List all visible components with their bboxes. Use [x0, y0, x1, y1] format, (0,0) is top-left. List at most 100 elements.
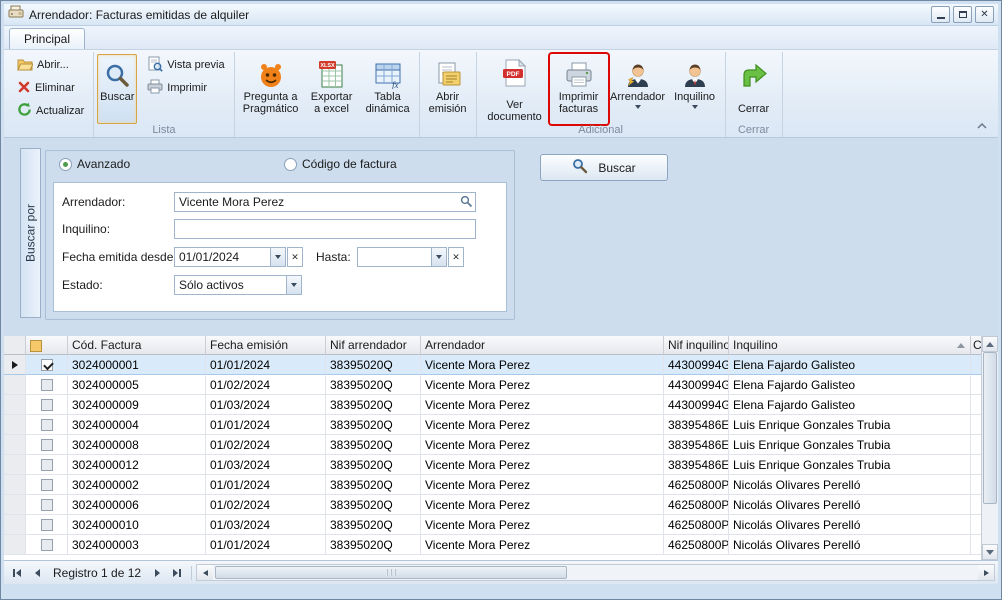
hasta-combo[interactable]: [357, 247, 447, 267]
row-checkbox-cell[interactable]: [26, 535, 68, 555]
row-checkbox[interactable]: [41, 419, 53, 431]
ribbon-group-adicional: PDF Ver documento Imprimir facturas: [477, 52, 726, 137]
row-checkbox-cell[interactable]: [26, 515, 68, 535]
column-header-fecha-emision[interactable]: Fecha emisión: [206, 336, 326, 355]
hscroll-left-button[interactable]: [197, 565, 213, 580]
actualizar-button[interactable]: Actualizar: [11, 100, 90, 122]
table-row[interactable]: 3024000012 01/03/2024 38395020Q Vicente …: [4, 455, 981, 475]
vertical-scrollbar-thumb[interactable]: [983, 352, 997, 504]
select-all-header[interactable]: [26, 336, 68, 355]
minimize-button[interactable]: [931, 6, 950, 23]
inquilino-input[interactable]: [174, 219, 476, 239]
tabla-dinamica-button[interactable]: fx Tabla dinámica: [360, 54, 416, 124]
column-header-inquilino[interactable]: Inquilino: [729, 336, 971, 355]
row-checkbox-cell[interactable]: [26, 415, 68, 435]
radio-avanzado[interactable]: Avanzado: [59, 157, 130, 171]
row-checkbox[interactable]: [41, 379, 53, 391]
horizontal-scrollbar-thumb[interactable]: [215, 566, 567, 579]
row-checkbox[interactable]: [41, 399, 53, 411]
close-button[interactable]: ✕: [975, 6, 994, 23]
row-checkbox-cell[interactable]: [26, 435, 68, 455]
nav-prev-button[interactable]: [27, 564, 47, 581]
arrendador-menu-button[interactable]: Arrendador: [608, 54, 668, 124]
cell-cod-factura: 3024000008: [68, 435, 206, 455]
column-header-cobrada[interactable]: Co: [971, 336, 981, 355]
row-checkbox[interactable]: [41, 439, 53, 451]
scroll-down-button[interactable]: [982, 544, 998, 560]
row-checkbox[interactable]: [41, 459, 53, 471]
cell-nif-inquilino: 38395486E: [664, 415, 729, 435]
dropdown-button[interactable]: [270, 248, 285, 266]
row-checkbox-cell[interactable]: [26, 355, 68, 375]
table-row[interactable]: 3024000004 01/01/2024 38395020Q Vicente …: [4, 415, 981, 435]
pregunta-pragmatico-button[interactable]: Pregunta a Pragmático: [238, 54, 304, 124]
dropdown-button[interactable]: [286, 276, 301, 294]
row-checkbox-cell[interactable]: [26, 375, 68, 395]
vertical-scroll-track[interactable]: [982, 352, 998, 544]
scroll-up-button[interactable]: [982, 336, 998, 352]
row-checkbox-cell[interactable]: [26, 455, 68, 475]
row-checkbox[interactable]: [41, 359, 53, 371]
ribbon-tabstrip: Principal: [4, 26, 998, 50]
table-row[interactable]: 3024000002 01/01/2024 38395020Q Vicente …: [4, 475, 981, 495]
inquilino-menu-button[interactable]: Inquilino: [668, 54, 722, 124]
abrir-emision-button[interactable]: Abrir emisión: [423, 54, 473, 124]
buscar-por-tab[interactable]: Buscar por: [20, 148, 41, 318]
preview-icon: [147, 56, 163, 75]
imprimir-button[interactable]: Imprimir: [141, 77, 230, 99]
estado-select[interactable]: Sólo activos: [174, 275, 302, 295]
refresh-icon: [17, 102, 32, 120]
dropdown-button[interactable]: [431, 248, 446, 266]
tab-principal[interactable]: Principal: [9, 28, 85, 49]
table-row[interactable]: 3024000009 01/03/2024 38395020Q Vicente …: [4, 395, 981, 415]
fecha-desde-clear-button[interactable]: ✕: [287, 247, 303, 267]
exportar-excel-button[interactable]: XLSX Exportar a excel: [304, 54, 360, 124]
row-checkbox[interactable]: [41, 499, 53, 511]
nav-next-button[interactable]: [147, 564, 167, 581]
horizontal-scrollbar[interactable]: [196, 564, 995, 581]
cell-fecha-emision: 01/02/2024: [206, 375, 326, 395]
row-checkbox-cell[interactable]: [26, 395, 68, 415]
table-row[interactable]: 3024000001 01/01/2024 38395020Q Vicente …: [4, 355, 981, 375]
row-checkbox[interactable]: [41, 479, 53, 491]
row-checkbox[interactable]: [41, 539, 53, 551]
nav-last-button[interactable]: [167, 564, 187, 581]
horizontal-scroll-track[interactable]: [213, 565, 978, 580]
row-checkbox[interactable]: [41, 519, 53, 531]
fecha-desde-combo[interactable]: 01/01/2024: [174, 247, 286, 267]
row-checkbox-cell[interactable]: [26, 475, 68, 495]
hscroll-right-button[interactable]: [978, 565, 994, 580]
table-row[interactable]: 3024000003 01/01/2024 38395020Q Vicente …: [4, 535, 981, 555]
select-all-checkbox[interactable]: [30, 340, 42, 352]
column-header-nif-arrendador[interactable]: Nif arrendador: [326, 336, 421, 355]
buscar-button[interactable]: Buscar: [540, 154, 668, 181]
vista-previa-button[interactable]: Vista previa: [141, 54, 230, 76]
table-row[interactable]: 3024000005 01/02/2024 38395020Q Vicente …: [4, 375, 981, 395]
eliminar-button[interactable]: Eliminar: [11, 77, 90, 99]
table-row[interactable]: 3024000006 01/02/2024 38395020Q Vicente …: [4, 495, 981, 515]
cell-cod-factura: 3024000012: [68, 455, 206, 475]
column-header-nif-inquilino[interactable]: Nif inquilino: [664, 336, 729, 355]
hasta-clear-button[interactable]: ✕: [448, 247, 464, 267]
buscar-ribbon-button[interactable]: Buscar: [97, 54, 137, 124]
row-checkbox-cell[interactable]: [26, 495, 68, 515]
lookup-magnifier-icon[interactable]: [460, 195, 473, 213]
maximize-button[interactable]: [953, 6, 972, 23]
column-header-cod-factura[interactable]: Cód. Factura: [68, 336, 206, 355]
ribbon-collapse-button[interactable]: [974, 119, 990, 133]
table-row[interactable]: 3024000010 01/03/2024 38395020Q Vicente …: [4, 515, 981, 535]
radio-codigo-factura[interactable]: Código de factura: [284, 157, 397, 171]
cell-inquilino: Luis Enrique Gonzales Trubia: [729, 455, 971, 475]
cerrar-button[interactable]: Cerrar: [729, 54, 779, 124]
abrir-button[interactable]: Abrir...: [11, 54, 90, 76]
column-header-arrendador[interactable]: Arrendador: [421, 336, 664, 355]
table-row[interactable]: 3024000008 01/02/2024 38395020Q Vicente …: [4, 435, 981, 455]
vertical-scrollbar[interactable]: [981, 336, 998, 560]
cell-cod-factura: 3024000003: [68, 535, 206, 555]
ribbon: Abrir... Eliminar: [4, 50, 998, 138]
arrendador-input[interactable]: [174, 192, 476, 212]
hasta-label: Hasta:: [316, 250, 351, 264]
imprimir-facturas-button[interactable]: Imprimir facturas: [550, 54, 608, 124]
ver-documento-button[interactable]: PDF Ver documento: [480, 54, 550, 124]
nav-first-button[interactable]: [7, 564, 27, 581]
